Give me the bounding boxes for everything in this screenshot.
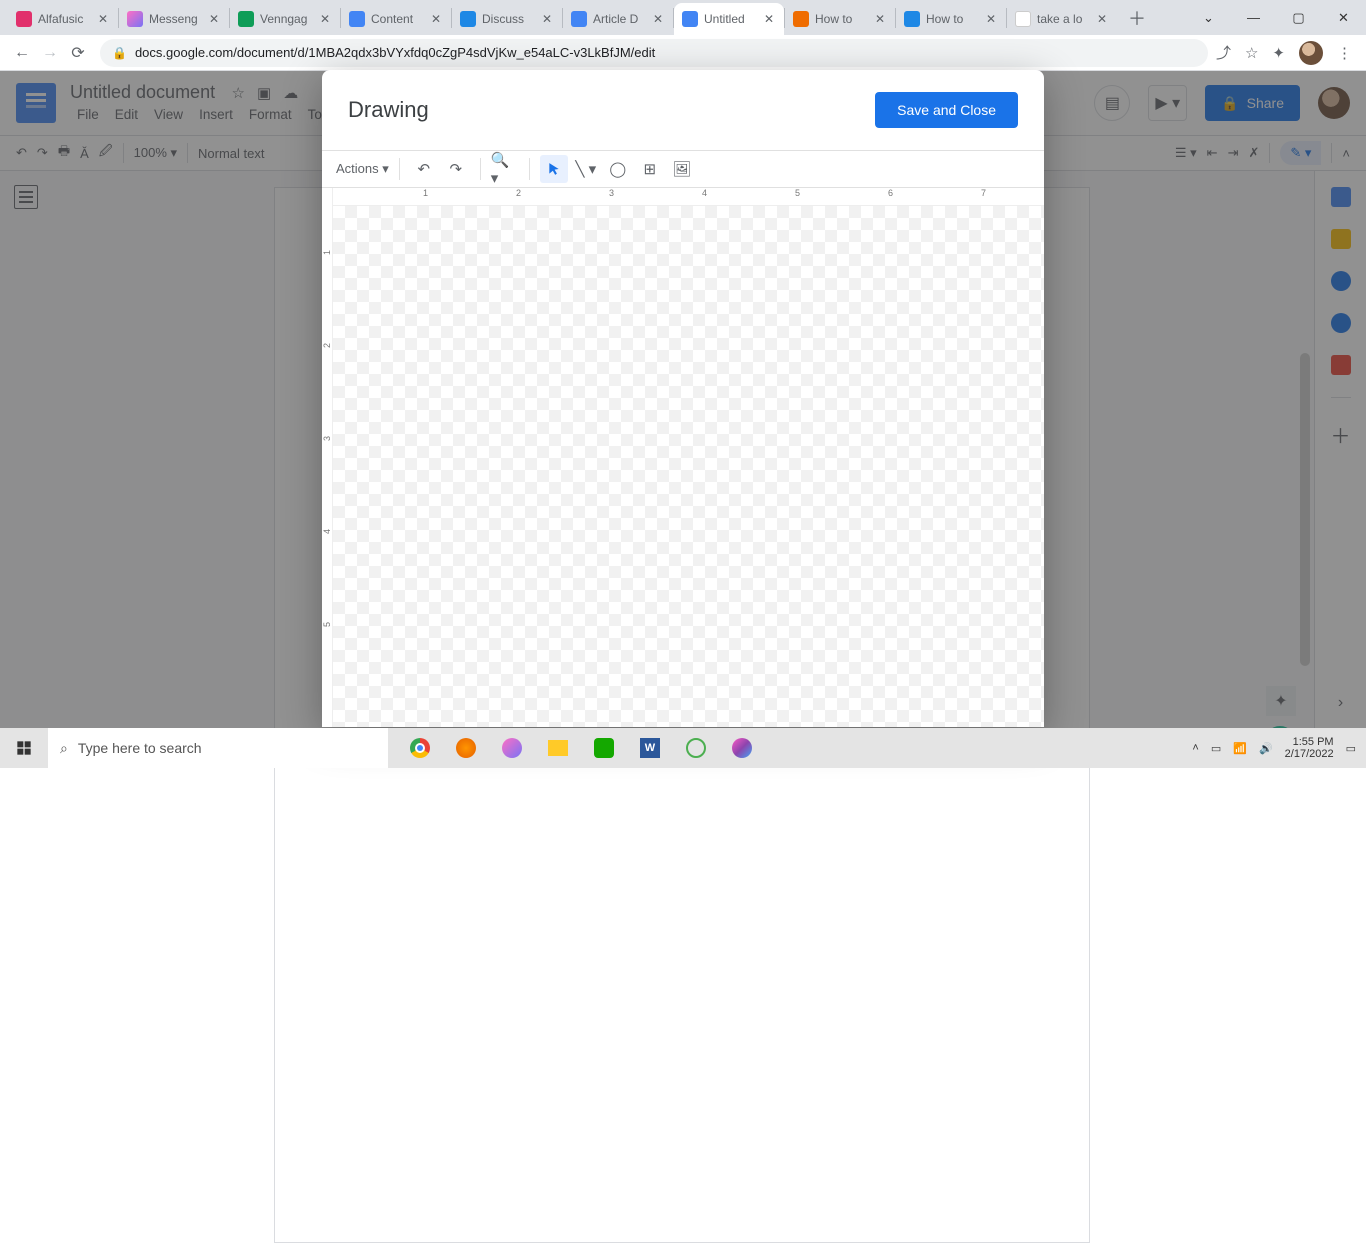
undo-icon[interactable]: ↶: [410, 155, 438, 183]
reload-button[interactable]: ⟳: [64, 39, 92, 67]
vertical-ruler: 1 2 3 4 5: [322, 188, 333, 727]
browser-tab[interactable]: Messeng✕: [119, 3, 229, 35]
address-bar: ← → ⟳ 🔒 docs.google.com/document/d/1MBA2…: [0, 35, 1366, 71]
tab-favicon: [682, 11, 698, 27]
browser-tab[interactable]: take a lo✕: [1007, 3, 1117, 35]
close-icon[interactable]: ✕: [318, 12, 332, 26]
share-page-icon[interactable]: ⤴: [1216, 42, 1231, 63]
close-window-button[interactable]: ✕: [1321, 0, 1366, 35]
volume-icon[interactable]: 🔊: [1259, 742, 1273, 755]
taskbar-upwork-icon[interactable]: [584, 728, 624, 768]
url-text: docs.google.com/document/d/1MBA2qdx3bVYx…: [135, 45, 655, 60]
taskbar-word-icon[interactable]: W: [630, 728, 670, 768]
lock-icon: 🔒: [112, 46, 127, 60]
close-icon[interactable]: ✕: [651, 12, 665, 26]
forward-button[interactable]: →: [36, 39, 64, 67]
window-controls: ⌄ ― ▢ ✕: [1186, 0, 1366, 35]
tab-favicon: [571, 11, 587, 27]
tab-title: How to: [815, 12, 873, 26]
tab-favicon: [460, 11, 476, 27]
tab-title: Alfafusic: [38, 12, 96, 26]
extensions-icon[interactable]: ✦: [1272, 44, 1285, 62]
textbox-tool-icon[interactable]: ⊞: [636, 155, 664, 183]
line-tool-icon[interactable]: ╲ ▾: [572, 155, 600, 183]
tab-title: Discuss: [482, 12, 540, 26]
close-icon[interactable]: ✕: [540, 12, 554, 26]
select-tool-icon[interactable]: [540, 155, 568, 183]
close-icon[interactable]: ✕: [96, 12, 110, 26]
close-icon[interactable]: ✕: [873, 12, 887, 26]
profile-avatar[interactable]: [1299, 41, 1323, 65]
chrome-menu-icon[interactable]: ⋮: [1337, 44, 1352, 62]
tab-title: Article D: [593, 12, 651, 26]
time-text: 1:55 PM: [1285, 736, 1334, 748]
browser-tab[interactable]: Alfafusic✕: [8, 3, 118, 35]
tab-title: take a lo: [1037, 12, 1095, 26]
tab-title: Untitled: [704, 12, 762, 26]
tab-favicon: [238, 11, 254, 27]
shape-tool-icon[interactable]: ◯: [604, 155, 632, 183]
browser-tab-active[interactable]: Untitled✕: [674, 3, 784, 35]
browser-tab[interactable]: How to✕: [896, 3, 1006, 35]
clock[interactable]: 1:55 PM 2/17/2022: [1285, 736, 1334, 760]
close-icon[interactable]: ✕: [1095, 12, 1109, 26]
tab-favicon: [349, 11, 365, 27]
taskbar-messenger-icon[interactable]: [492, 728, 532, 768]
taskbar-chrome-icon[interactable]: [400, 728, 440, 768]
tab-favicon: [904, 11, 920, 27]
search-icon: ⌕: [60, 740, 68, 757]
date-text: 2/17/2022: [1285, 748, 1334, 760]
tab-favicon: [127, 11, 143, 27]
tray-chevron-icon[interactable]: ˄: [1192, 742, 1198, 754]
save-and-close-button[interactable]: Save and Close: [875, 92, 1018, 128]
browser-tab[interactable]: How to✕: [785, 3, 895, 35]
close-icon[interactable]: ✕: [207, 12, 221, 26]
dialog-title: Drawing: [348, 97, 429, 123]
image-tool-icon[interactable]: 🖼: [668, 155, 696, 183]
tab-title: Messeng: [149, 12, 207, 26]
close-icon[interactable]: ✕: [762, 12, 776, 26]
close-icon[interactable]: ✕: [984, 12, 998, 26]
back-button[interactable]: ←: [8, 39, 36, 67]
system-tray: ˄ ▭ 📶 🔊 1:55 PM 2/17/2022 ▭: [1192, 736, 1366, 760]
tab-favicon: [793, 11, 809, 27]
drawing-dialog: Drawing Save and Close Actions ▾ ↶ ↷ 🔍 ▾…: [322, 70, 1044, 727]
close-icon[interactable]: ✕: [429, 12, 443, 26]
zoom-icon[interactable]: 🔍 ▾: [491, 155, 519, 183]
bookmark-icon[interactable]: ☆: [1245, 44, 1258, 62]
browser-tab[interactable]: Article D✕: [563, 3, 673, 35]
tab-favicon: [1015, 11, 1031, 27]
taskbar-firefox-icon[interactable]: [446, 728, 486, 768]
wifi-icon[interactable]: 📶: [1233, 742, 1247, 755]
actions-menu[interactable]: Actions ▾: [336, 161, 389, 177]
drawing-canvas[interactable]: [333, 206, 1044, 727]
taskbar-explorer-icon[interactable]: [538, 728, 578, 768]
horizontal-ruler: 1 2 3 4 5 6 7: [333, 188, 1044, 206]
battery-icon[interactable]: ▭: [1211, 742, 1221, 755]
maximize-button[interactable]: ▢: [1276, 0, 1321, 35]
windows-taskbar: ⌕ Type here to search W ˄ ▭ 📶 🔊 1:55 PM …: [0, 728, 1366, 768]
browser-tab[interactable]: Content✕: [341, 3, 451, 35]
drawing-toolbar: Actions ▾ ↶ ↷ 🔍 ▾ ╲ ▾ ◯ ⊞ 🖼: [322, 150, 1044, 188]
minimize-button[interactable]: ―: [1231, 0, 1276, 35]
tab-title: How to: [926, 12, 984, 26]
browser-tab-strip: Alfafusic✕ Messeng✕ Venngag✕ Content✕ Di…: [0, 0, 1366, 35]
notifications-icon[interactable]: ▭: [1346, 742, 1356, 755]
tab-title: Venngag: [260, 12, 318, 26]
browser-tab[interactable]: Venngag✕: [230, 3, 340, 35]
url-input[interactable]: 🔒 docs.google.com/document/d/1MBA2qdx3bV…: [100, 39, 1208, 67]
dialog-header: Drawing Save and Close: [322, 70, 1044, 150]
start-button[interactable]: [0, 728, 48, 768]
tab-title: Content: [371, 12, 429, 26]
tabs-dropdown-icon[interactable]: ⌄: [1186, 0, 1231, 35]
search-placeholder: Type here to search: [78, 740, 202, 756]
tab-favicon: [16, 11, 32, 27]
browser-tab[interactable]: Discuss✕: [452, 3, 562, 35]
redo-icon[interactable]: ↷: [442, 155, 470, 183]
new-tab-button[interactable]: ＋: [1123, 4, 1151, 32]
taskbar-app-icon[interactable]: [676, 728, 716, 768]
drawing-canvas-area: 1 2 3 4 5 1 2 3 4 5 6 7: [322, 188, 1044, 727]
taskbar-itunes-icon[interactable]: [722, 728, 762, 768]
taskbar-search[interactable]: ⌕ Type here to search: [48, 728, 388, 768]
